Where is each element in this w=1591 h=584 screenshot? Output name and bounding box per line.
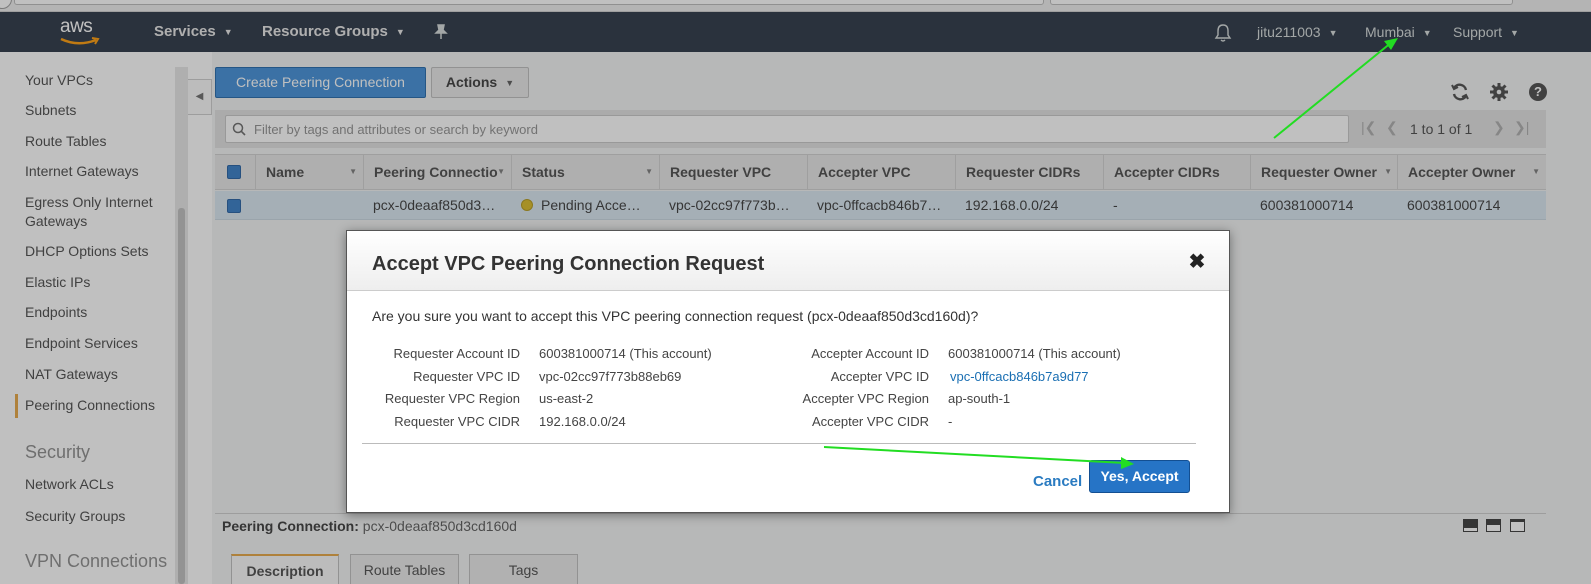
requester-vpc-region-value: us-east-2 — [539, 391, 594, 406]
dialog-divider — [362, 443, 1196, 444]
accepter-account-id-label: Accepter Account ID — [811, 346, 929, 361]
accepter-vpc-region-value: ap-south-1 — [948, 391, 1011, 406]
accepter-vpc-region-label: Accepter VPC Region — [802, 391, 929, 406]
accepter-vpc-cidr-label: Accepter VPC CIDR — [811, 414, 929, 429]
requester-account-id-label: Requester Account ID — [393, 346, 520, 361]
dialog-title: Accept VPC Peering Connection Request — [372, 253, 765, 275]
requester-vpc-id-value: vpc-02cc97f773b88eb69 — [539, 369, 682, 384]
cancel-button[interactable]: Cancel — [1033, 473, 1082, 490]
accept-peering-dialog: Accept VPC Peering Connection Request ✖ … — [346, 230, 1230, 513]
requester-account-id-value: 600381000714 (This account) — [539, 346, 712, 361]
close-icon[interactable]: ✖ — [1186, 251, 1208, 273]
requester-vpc-region-label: Requester VPC Region — [384, 391, 520, 406]
yes-accept-button[interactable]: Yes, Accept — [1089, 460, 1190, 493]
dialog-header: Accept VPC Peering Connection Request ✖ — [347, 231, 1229, 291]
requester-vpc-cidr-label: Requester VPC CIDR — [394, 414, 520, 429]
requester-vpc-cidr-value: 192.168.0.0/24 — [539, 414, 626, 429]
dialog-question: Are you sure you want to accept this VPC… — [372, 308, 979, 324]
accepter-vpc-cidr-value: - — [948, 414, 953, 429]
accepter-vpc-id-label: Accepter VPC ID — [830, 369, 929, 384]
accepter-vpc-id-link[interactable]: vpc-0ffcacb846b7a9d77 — [950, 369, 1089, 384]
requester-vpc-id-label: Requester VPC ID — [413, 369, 520, 384]
accepter-account-id-value: 600381000714 (This account) — [948, 346, 1121, 361]
